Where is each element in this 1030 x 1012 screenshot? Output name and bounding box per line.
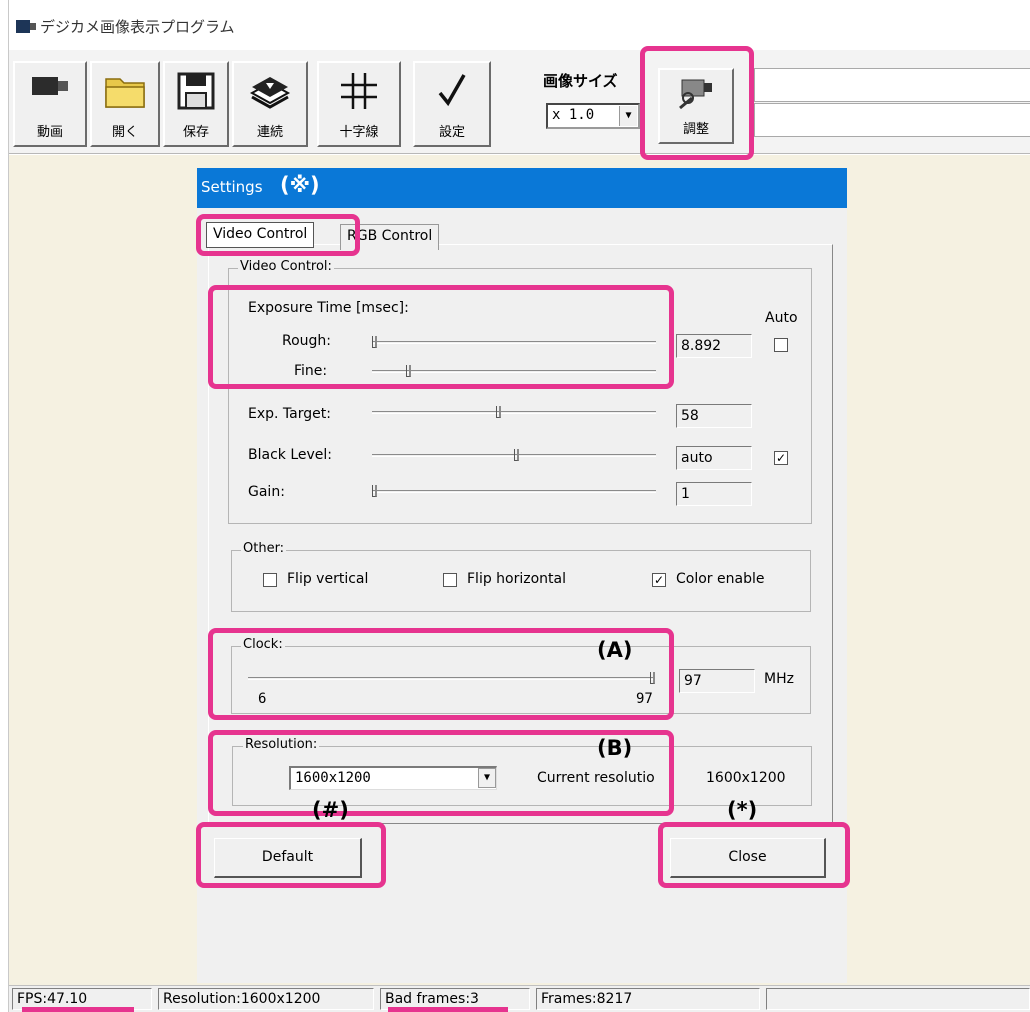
stacked-photos-icon	[248, 71, 292, 115]
settings-button-label: 設定	[438, 125, 465, 140]
settings-dialog-title: Settings	[201, 178, 263, 196]
chevron-down-icon[interactable]: ▼	[619, 106, 637, 126]
black-level-label: Black Level:	[248, 447, 332, 463]
gain-slider-track[interactable]	[372, 490, 656, 493]
annotation-asterisk: (*)	[727, 798, 758, 822]
exposure-value-field[interactable]: 8.892	[676, 334, 752, 358]
black-level-field[interactable]: auto	[676, 446, 752, 470]
black-level-slider-thumb[interactable]	[514, 449, 519, 461]
exp-target-slider-track[interactable]	[372, 411, 656, 414]
window-title: デジカメ画像表示プログラム	[40, 18, 235, 36]
gain-slider-thumb[interactable]	[372, 485, 377, 497]
continuous-button[interactable]: 連続	[232, 61, 308, 147]
current-resolution-value: 1600x1200	[706, 770, 786, 786]
exp-target-label: Exp. Target:	[248, 406, 331, 422]
status-extra	[766, 988, 1030, 1010]
crosshair-button-label: 十字線	[339, 125, 379, 140]
app-camera-icon	[16, 20, 36, 33]
open-button-label: 開く	[111, 125, 138, 140]
flip-horizontal-label: Flip horizontal	[467, 571, 566, 587]
auto-label: Auto	[765, 310, 798, 326]
info-field-1	[754, 68, 1030, 102]
clock-value-field[interactable]: 97	[679, 669, 755, 693]
exp-target-field[interactable]: 58	[676, 404, 752, 428]
other-group-label: Other:	[241, 541, 287, 556]
video-camera-icon	[30, 71, 70, 105]
status-frames: Frames:8217	[536, 988, 760, 1010]
folder-icon	[103, 71, 147, 115]
flip-vertical-checkbox[interactable]	[263, 573, 277, 587]
highlight-close-button	[658, 822, 850, 888]
image-size-label: 画像サイズ	[543, 72, 618, 90]
save-button[interactable]: 保存	[163, 61, 229, 147]
crosshair-button[interactable]: 十字線	[317, 61, 401, 147]
color-enable-checkbox[interactable]: ✓	[652, 573, 666, 587]
annotation-a: (A)	[597, 638, 633, 662]
save-button-label: 保存	[182, 125, 209, 140]
status-resolution: Resolution:1600x1200	[158, 988, 374, 1010]
gain-field[interactable]: 1	[676, 482, 752, 506]
settings-button[interactable]: 設定	[413, 61, 491, 147]
video-control-group-label: Video Control:	[238, 259, 334, 274]
flip-horizontal-checkbox[interactable]	[443, 573, 457, 587]
check-mark-icon: ✓	[653, 573, 665, 587]
highlight-video-control-tab	[196, 214, 360, 256]
flip-vertical-label: Flip vertical	[287, 571, 369, 587]
auto-exposure-checkbox[interactable]	[774, 338, 788, 352]
black-level-auto-checkbox[interactable]: ✓	[774, 451, 788, 465]
highlight-bad-frames-underline	[388, 1007, 508, 1012]
highlight-adjust-button	[640, 46, 754, 160]
highlight-fps-underline	[22, 1007, 134, 1012]
info-field-2	[754, 103, 1030, 137]
open-button[interactable]: 開く	[90, 61, 160, 147]
annotation-note-mark: (※)	[280, 173, 320, 197]
check-mark-icon: ✓	[775, 451, 787, 465]
color-enable-label: Color enable	[676, 571, 765, 587]
floppy-disk-icon	[176, 71, 216, 115]
annotation-b: (B)	[597, 736, 633, 760]
image-size-select[interactable]: x 1.0 ▼	[546, 103, 640, 129]
image-size-value: x 1.0	[552, 107, 595, 123]
exp-target-slider-thumb[interactable]	[496, 406, 501, 418]
clock-unit-label: MHz	[764, 671, 794, 687]
video-button-label: 動画	[36, 125, 63, 140]
annotation-hash: (#)	[312, 798, 349, 822]
continuous-button-label: 連続	[256, 125, 283, 140]
checkmark-icon	[432, 71, 472, 115]
gain-label: Gain:	[248, 484, 285, 500]
highlight-exposure-time	[208, 285, 674, 389]
crosshair-grid-icon	[337, 71, 381, 115]
highlight-default-button	[196, 822, 386, 888]
video-button[interactable]: 動画	[13, 61, 87, 147]
